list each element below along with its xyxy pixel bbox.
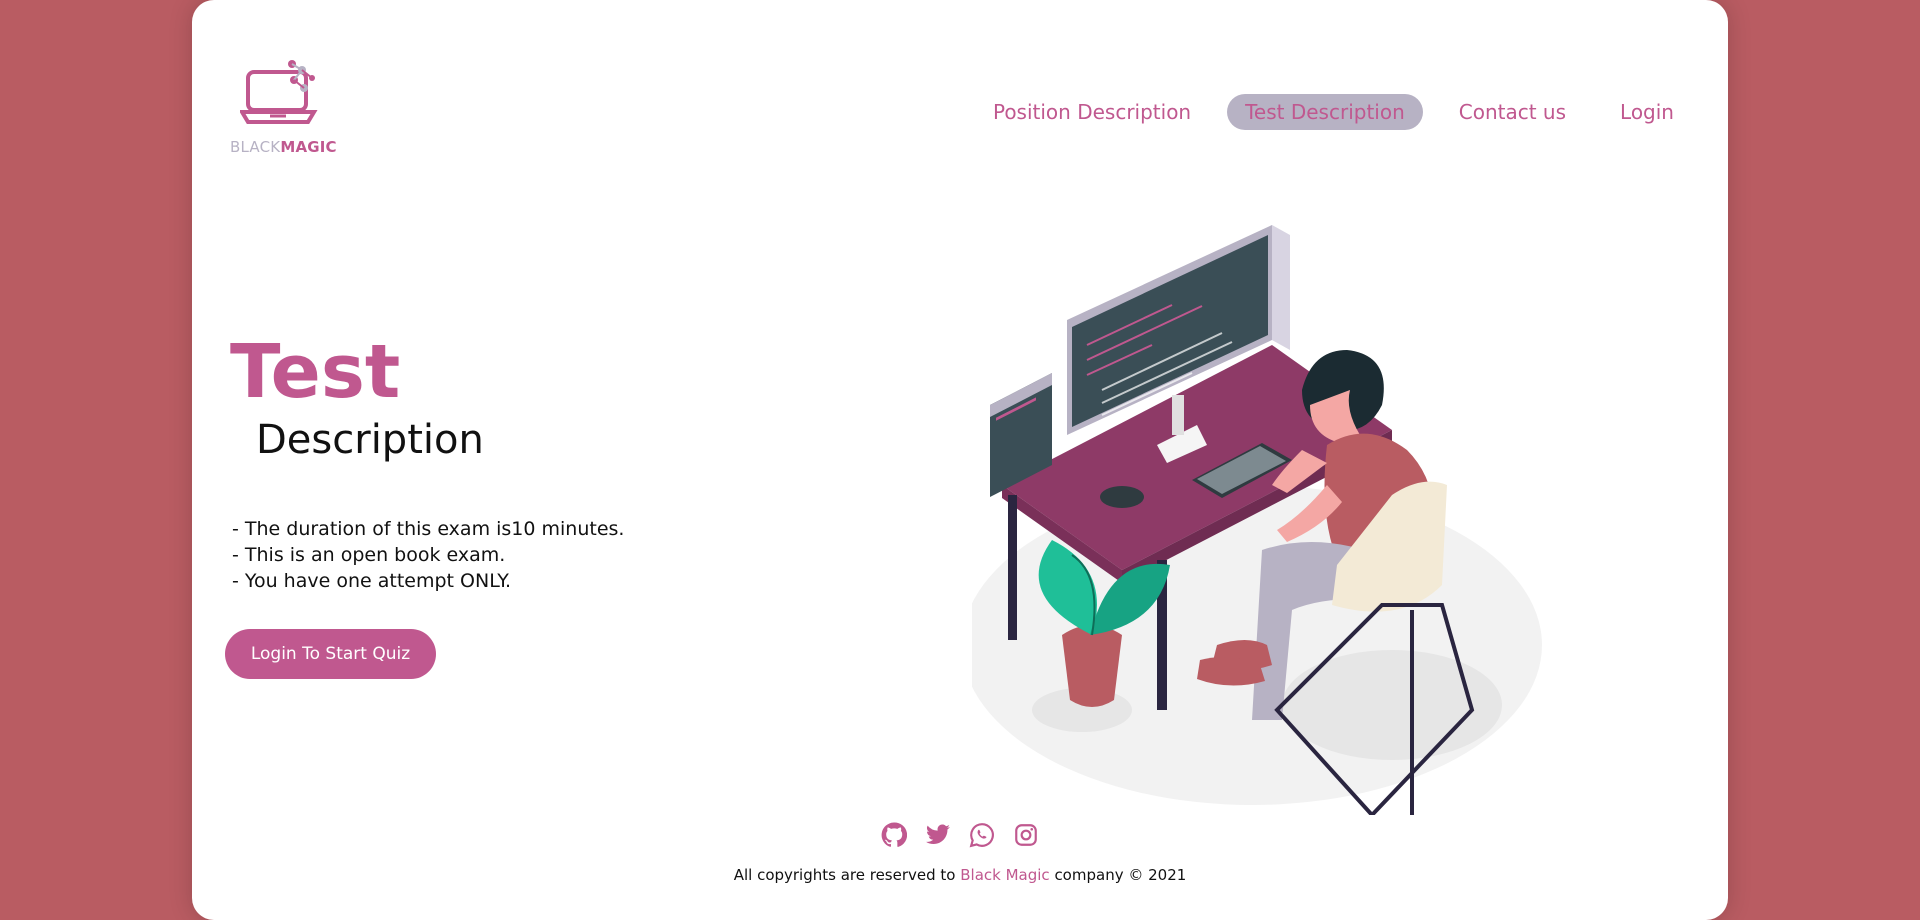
laptop-logo-icon	[240, 60, 318, 124]
nav-contact-us[interactable]: Contact us	[1441, 94, 1584, 130]
page-title: Test	[230, 329, 401, 415]
copyright-prefix: All copyrights are reserved to	[733, 866, 961, 884]
rule-item: - You have one attempt ONLY.	[232, 570, 512, 592]
instagram-icon[interactable]	[1013, 822, 1039, 848]
logo[interactable]: BLACKMAGIC	[230, 58, 340, 158]
rule-item: - This is an open book exam.	[232, 544, 506, 566]
page-subtitle: Description	[256, 417, 484, 463]
main-nav: Position Description Test Description Co…	[975, 94, 1692, 130]
rule-item: - The duration of this exam is10 minutes…	[232, 518, 625, 540]
exam-rules: - The duration of this exam is10 minutes…	[232, 516, 624, 594]
nav-position-description[interactable]: Position Description	[975, 94, 1209, 130]
copyright-suffix: company © 2021	[1049, 866, 1187, 884]
nav-login[interactable]: Login	[1602, 94, 1692, 130]
main-card: BLACKMAGIC Position Description Test Des…	[192, 0, 1728, 920]
social-links	[192, 822, 1728, 848]
logo-text: BLACKMAGIC	[230, 138, 337, 156]
twitter-icon[interactable]	[925, 822, 951, 848]
whatsapp-icon[interactable]	[969, 822, 995, 848]
developer-illustration	[972, 225, 1542, 815]
copyright-text: All copyrights are reserved to Black Mag…	[192, 866, 1728, 884]
login-to-start-quiz-button[interactable]: Login To Start Quiz	[225, 629, 436, 679]
nav-test-description[interactable]: Test Description	[1227, 94, 1423, 130]
github-icon[interactable]	[881, 822, 908, 848]
copyright-brand-link[interactable]: Black Magic	[960, 866, 1049, 884]
